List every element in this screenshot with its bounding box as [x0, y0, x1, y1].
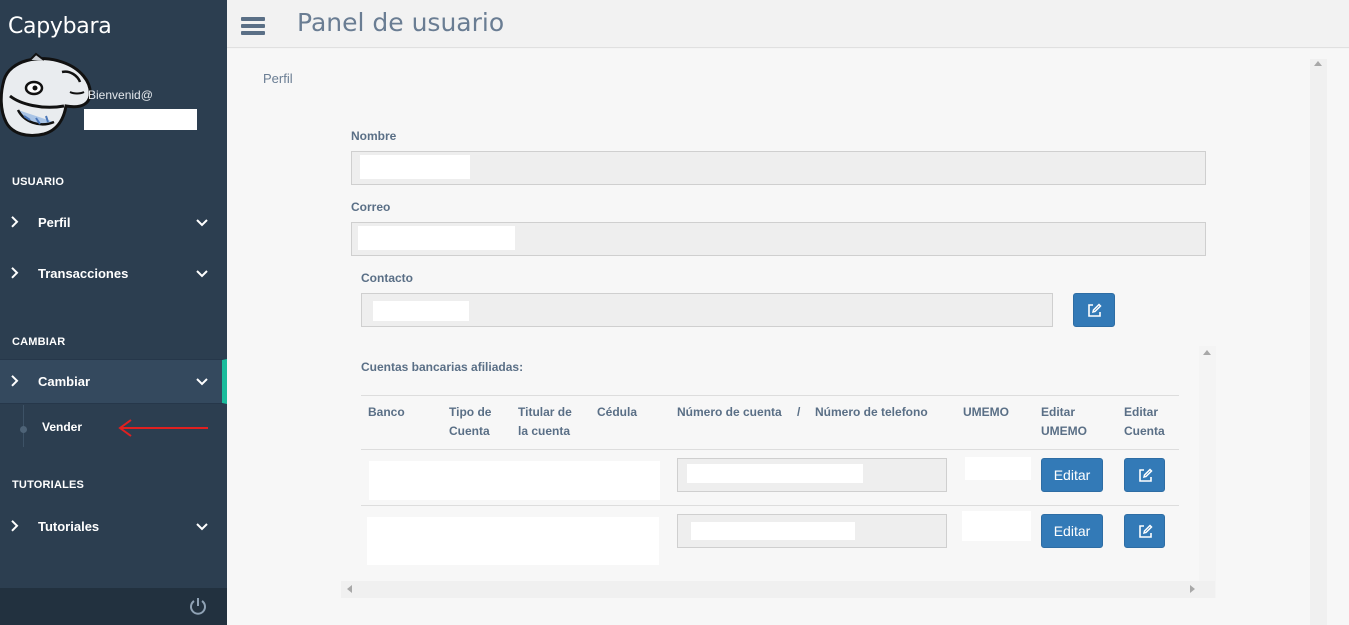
- chevron-right-icon: [11, 215, 19, 228]
- redacted-umemo: [962, 511, 1031, 541]
- chevron-right-icon: [11, 374, 19, 387]
- th-titular: Titular de la cuenta: [518, 403, 572, 441]
- chevron-down-icon: [196, 218, 208, 226]
- th-cedula: Cédula: [597, 405, 638, 419]
- accounts-scrollbar[interactable]: [1199, 346, 1216, 598]
- table-top-border: [361, 395, 1179, 396]
- accounts-hscrollbar[interactable]: [341, 581, 1215, 598]
- redacted-account-info: [367, 517, 659, 565]
- nombre-field: [351, 151, 1206, 185]
- tree-dot: [20, 426, 27, 433]
- th-banco: Banco: [368, 405, 405, 419]
- sidebar-item-label: Transacciones: [38, 266, 129, 281]
- chevron-down-icon: [196, 269, 208, 277]
- sidebar-footer: [0, 588, 227, 625]
- edit-icon: [1088, 303, 1102, 317]
- th-separator: /: [797, 405, 801, 419]
- th-line: Editar: [1124, 405, 1159, 419]
- redacted-value: [358, 226, 515, 250]
- edit-icon: [1139, 524, 1153, 538]
- edit-contact-button[interactable]: [1073, 293, 1115, 327]
- redacted-value: [373, 301, 469, 321]
- edit-icon: [1139, 468, 1153, 482]
- welcome-text: Bienvenid@: [88, 88, 153, 102]
- edit-account-button[interactable]: [1124, 514, 1165, 548]
- sidebar-subitem-label: Vender: [42, 420, 83, 434]
- th-line: UMEMO: [1041, 424, 1087, 438]
- contacto-label: Contacto: [361, 271, 413, 285]
- section-tutoriales: TUTORIALES: [12, 479, 85, 491]
- correo-label: Correo: [351, 200, 391, 214]
- contacto-field: [361, 293, 1053, 327]
- top-bar: Panel de usuario: [227, 0, 1349, 48]
- section-cambiar: CAMBIAR: [12, 336, 66, 348]
- sidebar-item-label: Perfil: [38, 215, 71, 230]
- account-number-field: [677, 514, 947, 548]
- th-editar-umemo: Editar UMEMO: [1041, 403, 1087, 441]
- breadcrumb[interactable]: Perfil: [263, 71, 293, 86]
- th-line: Editar: [1041, 405, 1076, 419]
- sidebar-item-label: Cambiar: [38, 374, 91, 389]
- row-divider: [361, 505, 1179, 506]
- cuentas-label: Cuentas bancarias afiliadas:: [361, 360, 524, 374]
- sidebar-item-transacciones[interactable]: Transacciones: [0, 251, 227, 296]
- redacted-value: [360, 155, 470, 179]
- edit-umemo-button[interactable]: Editar: [1041, 458, 1103, 492]
- th-line: Cuenta: [1124, 424, 1165, 438]
- sidebar: Capybara Bienvenid@ USUARIO Perfil Trans…: [0, 0, 227, 625]
- page-scrollbar[interactable]: [1310, 59, 1327, 625]
- menu-toggle-icon[interactable]: [241, 17, 265, 35]
- sidebar-item-tutoriales[interactable]: Tutoriales: [0, 504, 227, 549]
- nombre-label: Nombre: [351, 129, 397, 143]
- chevron-right-icon: [11, 519, 19, 532]
- chevron-down-icon: [196, 522, 208, 530]
- sidebar-item-cambiar[interactable]: Cambiar: [0, 359, 227, 404]
- edit-umemo-button[interactable]: Editar: [1041, 514, 1103, 548]
- th-numero-telefono: Número de telefono: [815, 405, 928, 419]
- th-tipo-cuenta: Tipo de Cuenta: [449, 403, 491, 441]
- main-content: Perfil Nombre Correo Contacto Cuentas ba…: [227, 49, 1349, 625]
- redacted-account-info: [369, 461, 660, 500]
- redacted-umemo: [965, 457, 1031, 480]
- red-arrow-icon: [118, 419, 208, 437]
- sidebar-item-label: Tutoriales: [38, 519, 100, 534]
- th-editar-cuenta: Editar Cuenta: [1124, 403, 1165, 441]
- chevron-right-icon: [11, 266, 19, 279]
- redacted-value: [691, 522, 855, 540]
- correo-field: [351, 222, 1206, 256]
- redacted-value: [687, 464, 863, 483]
- th-line: Tipo de: [449, 405, 492, 419]
- sidebar-item-perfil[interactable]: Perfil: [0, 200, 227, 245]
- th-line: Titular de: [518, 405, 572, 419]
- edit-account-button[interactable]: [1124, 458, 1165, 492]
- brand-title: Capybara: [8, 14, 112, 39]
- capybara-avatar: [0, 52, 92, 137]
- chevron-down-icon: [196, 377, 208, 385]
- header-divider: [361, 449, 1179, 450]
- page-title: Panel de usuario: [297, 8, 505, 37]
- th-umemo: UMEMO: [963, 405, 1009, 419]
- account-number-field: [677, 458, 947, 492]
- th-numero-cuenta: Número de cuenta: [677, 405, 782, 419]
- section-usuario: USUARIO: [12, 176, 65, 188]
- th-line: Cuenta: [449, 424, 490, 438]
- username-redacted: [84, 109, 197, 130]
- power-icon[interactable]: [188, 596, 208, 616]
- th-line: la cuenta: [518, 424, 571, 438]
